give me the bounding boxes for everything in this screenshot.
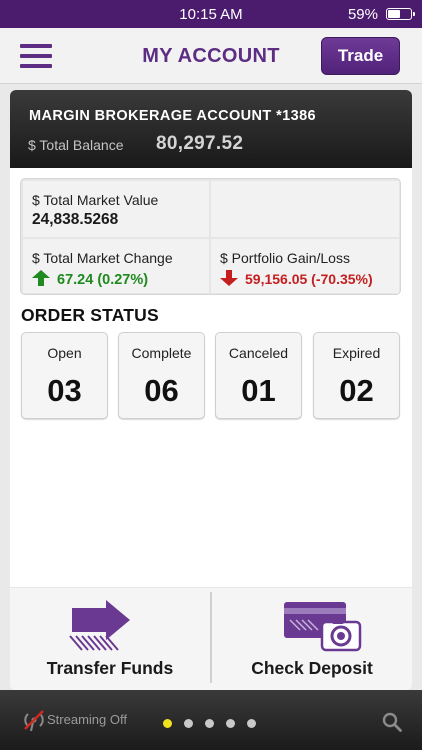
page-dot[interactable] [163, 719, 172, 728]
market-value-cell: $ Total Market Value 24,838.5268 [23, 181, 209, 237]
order-tile-count: 06 [144, 373, 179, 408]
order-tile-label: Canceled [228, 345, 289, 361]
market-change-cell: $ Total Market Change 67.24 (0.27%) [23, 239, 209, 293]
market-value: 24,838.5268 [32, 211, 119, 228]
check-deposit-icon [284, 602, 362, 652]
order-tile-complete[interactable]: Complete 06 [118, 332, 205, 419]
up-arrow-icon [32, 270, 50, 286]
down-arrow-icon [220, 270, 238, 286]
streaming-status-label: Streaming Off [47, 712, 127, 727]
page-dot[interactable] [184, 719, 193, 728]
order-status-heading: ORDER STATUS [21, 305, 159, 325]
page-dot[interactable] [205, 719, 214, 728]
order-tile-count: 03 [47, 373, 82, 408]
page-indicator[interactable] [163, 715, 268, 733]
search-icon[interactable] [382, 712, 402, 732]
total-balance-label: $ Total Balance [28, 137, 124, 153]
bottom-bar: Streaming Off [0, 690, 422, 750]
total-balance-value: 80,297.52 [156, 133, 244, 154]
page-dot[interactable] [226, 719, 235, 728]
market-change-value: 67.24 (0.27%) [57, 272, 149, 288]
market-change-label: $ Total Market Change [32, 250, 173, 266]
order-tile-expired[interactable]: Expired 02 [313, 332, 400, 419]
trade-button[interactable]: Trade [321, 37, 400, 75]
order-tile-open[interactable]: Open 03 [21, 332, 108, 419]
quick-actions: Transfer Funds Check Deposit [10, 587, 412, 690]
transfer-funds-button[interactable]: Transfer Funds [10, 588, 210, 690]
account-summary: $ Total Market Value 24,838.5268 $ Total… [20, 178, 401, 295]
market-value-label: $ Total Market Value [32, 192, 159, 208]
streaming-off-icon[interactable] [22, 708, 46, 732]
battery-icon [386, 8, 415, 20]
account-header[interactable]: MARGIN BROKERAGE ACCOUNT *1386 $ Total B… [10, 90, 412, 168]
nav-bar: MY ACCOUNT Trade [0, 28, 422, 84]
transfer-arrow-icon [69, 600, 130, 651]
gain-loss-cell: $ Portfolio Gain/Loss 59,156.05 (-70.35%… [211, 239, 399, 293]
gain-loss-value: 59,156.05 (-70.35%) [245, 271, 373, 287]
gain-loss-label: $ Portfolio Gain/Loss [220, 250, 350, 266]
page-dot[interactable] [247, 719, 256, 728]
account-card: MARGIN BROKERAGE ACCOUNT *1386 $ Total B… [10, 90, 412, 690]
order-tile-label: Complete [131, 345, 192, 361]
battery-percent: 59% [347, 6, 378, 23]
check-deposit-label: Check Deposit [251, 658, 373, 678]
order-tile-label: Expired [332, 345, 381, 361]
order-tile-count: 01 [241, 373, 276, 408]
status-bar: 10:15 AM 59% [0, 0, 422, 28]
check-deposit-button[interactable]: Check Deposit [212, 588, 412, 690]
transfer-funds-label: Transfer Funds [46, 658, 174, 678]
empty-cell [211, 181, 399, 237]
order-tile-canceled[interactable]: Canceled 01 [215, 332, 302, 419]
order-tile-count: 02 [339, 373, 374, 408]
order-tile-label: Open [47, 345, 82, 361]
account-name: MARGIN BROKERAGE ACCOUNT *1386 [29, 108, 316, 124]
